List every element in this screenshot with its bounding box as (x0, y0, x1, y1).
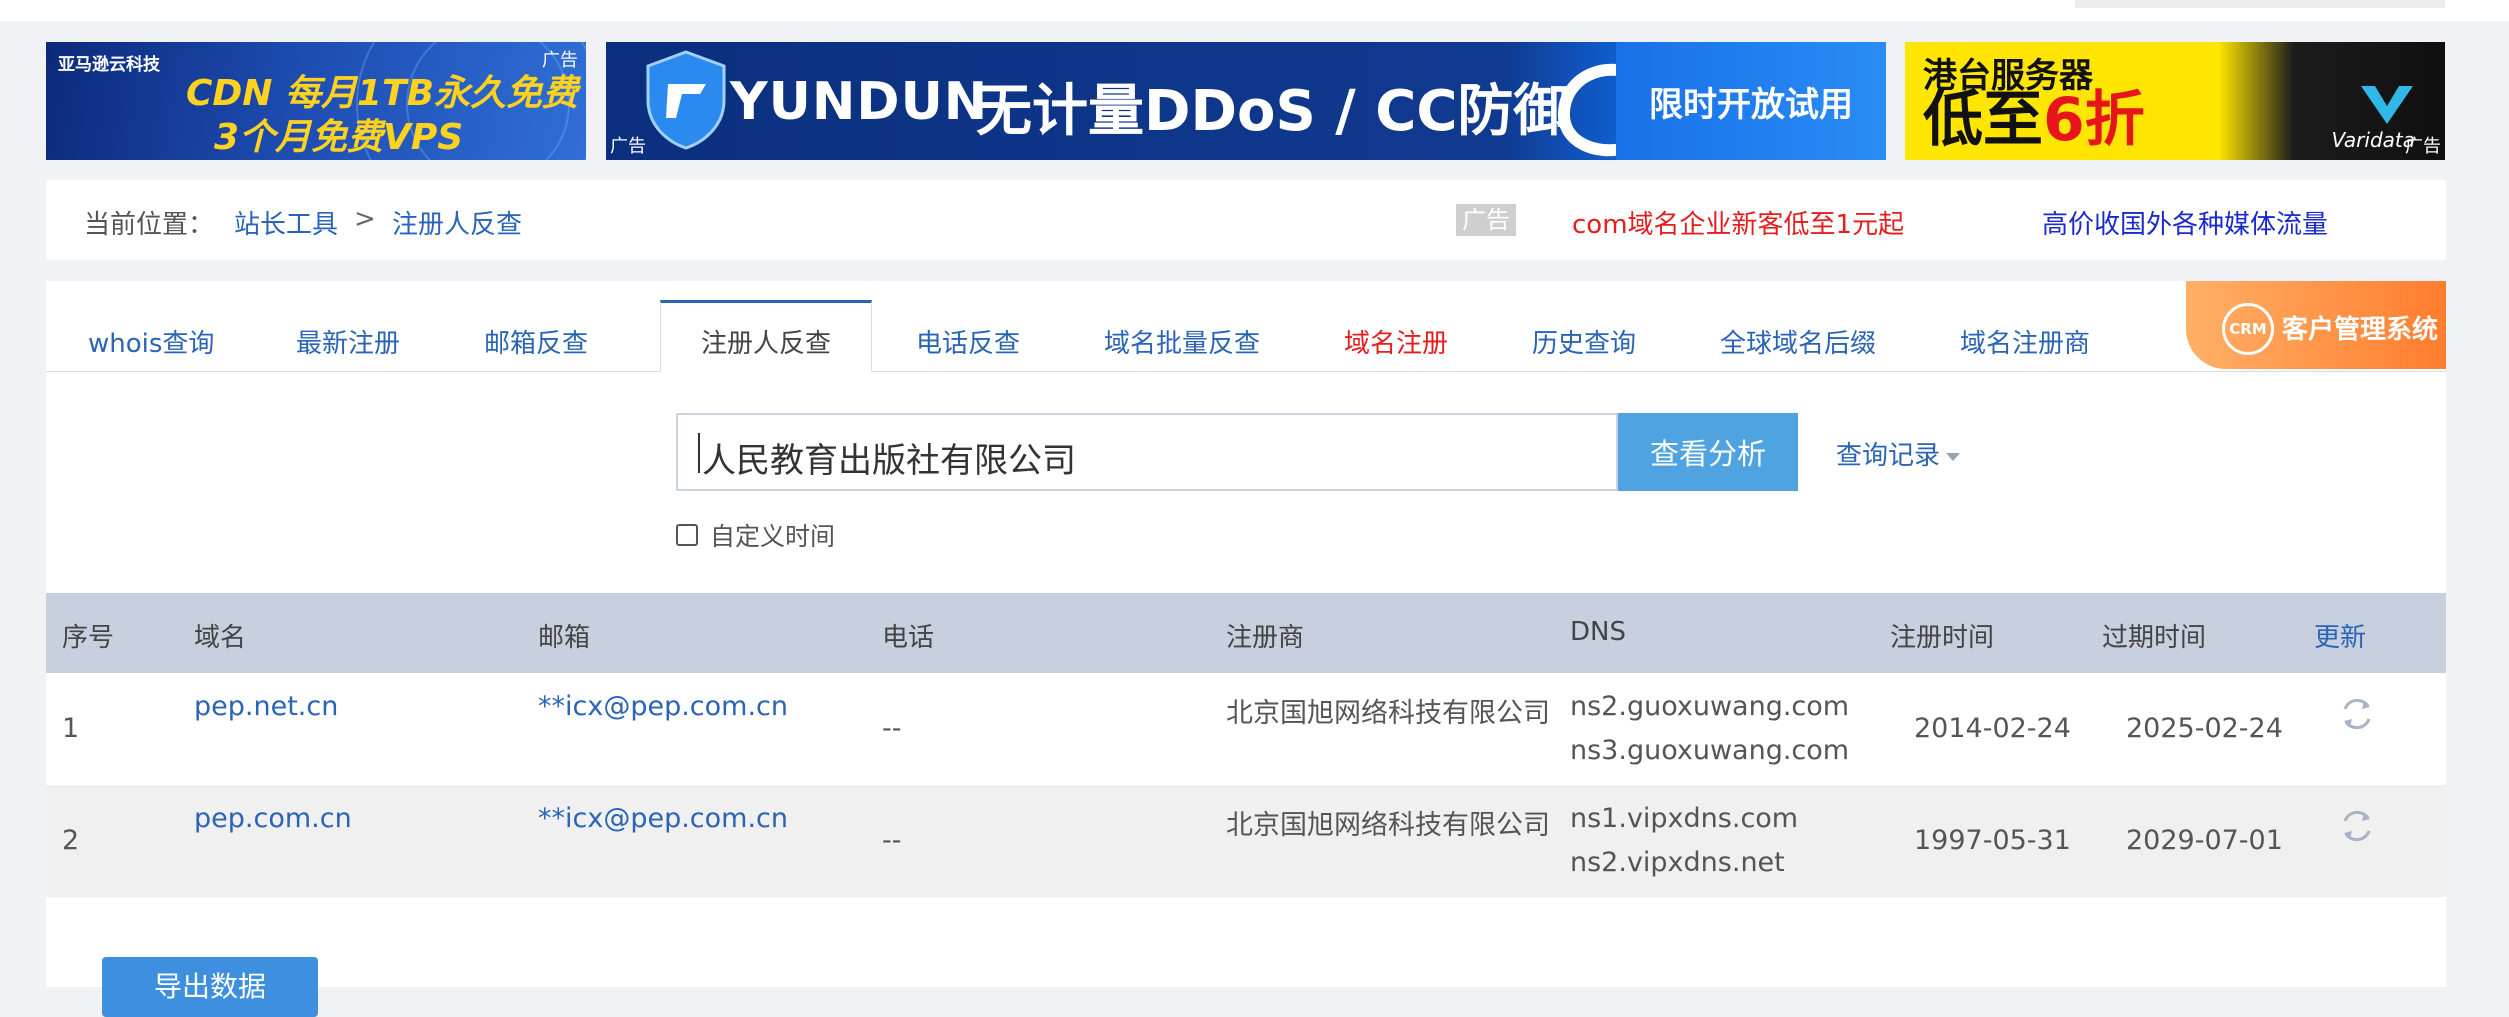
ad-subline: 3个月免费VPS (214, 117, 464, 158)
export-data-button[interactable]: 导出数据 (102, 957, 318, 1017)
row-reg-date: 1997-05-31 (1914, 825, 2071, 856)
row-email-link[interactable]: **icx@pep.com.cn (538, 803, 788, 834)
header-no: 序号 (62, 623, 115, 653)
search-input-value: 人民教育出版社有限公司 (702, 441, 1076, 481)
tab-registrars[interactable]: 域名注册商 (1960, 323, 2090, 360)
query-history-label: 查询记录 (1836, 441, 1941, 471)
tab-domain-registration[interactable]: 域名注册 (1344, 323, 1448, 360)
ad-brand: 亚马逊云科技 (58, 55, 160, 75)
breadcrumb-bar: 当前位置： 站长工具 > 注册人反查 广告 com域名企业新客低至1元起 高价收… (46, 180, 2446, 260)
custom-time-label: 自定义时间 (710, 522, 836, 551)
table-row: 2 pep.com.cn **icx@pep.com.cn -- 北京国旭网络科… (46, 785, 2446, 897)
row-phone: -- (882, 713, 902, 744)
header-exp-date: 过期时间 (2102, 623, 2207, 653)
header-update-link[interactable]: 更新 (2314, 617, 2366, 654)
tab-bar: whois查询 最新注册 邮箱反查 注册人反查 电话反查 域名批量反查 域名注册… (46, 281, 2446, 372)
main-card: whois查询 最新注册 邮箱反查 注册人反查 电话反查 域名批量反查 域名注册… (46, 281, 2446, 1017)
custom-time-checkbox[interactable] (676, 524, 698, 546)
row-registrar: 北京国旭网络科技有限公司 (1226, 698, 1550, 729)
row-no: 1 (62, 713, 80, 744)
ad-subline-prefix: 低至 (1923, 85, 2043, 155)
row-domain-link[interactable]: pep.com.cn (194, 803, 352, 834)
row-domain-link[interactable]: pep.net.cn (194, 691, 338, 722)
row-registrar: 北京国旭网络科技有限公司 (1226, 810, 1550, 841)
tab-global-tld[interactable]: 全球域名后缀 (1720, 323, 1876, 360)
tab-history[interactable]: 历史查询 (1532, 323, 1636, 360)
row-no: 2 (62, 825, 80, 856)
row-dns-2: ns3.guoxuwang.com (1570, 735, 1850, 766)
row-exp-date: 2029-07-01 (2126, 825, 2283, 856)
row-dns-2: ns2.vipxdns.net (1570, 847, 1785, 878)
header-dns: DNS (1570, 617, 1626, 647)
ad-banner-hk-server[interactable]: 港台服务器 低至6折 Varidata 广告 (1905, 42, 2445, 160)
breadcrumb-label: 当前位置： (84, 210, 215, 240)
row-exp-date: 2025-02-24 (2126, 713, 2283, 744)
row-dns-1: ns1.vipxdns.com (1570, 803, 1799, 834)
custom-time-option[interactable]: 自定义时间 (676, 517, 835, 553)
refresh-icon[interactable] (2338, 695, 2376, 733)
ad-tag: 广告 (2405, 136, 2441, 157)
breadcrumb-separator: > (354, 204, 376, 234)
crm-ad-button[interactable]: CRM 客户管理系统 (2186, 281, 2446, 369)
query-history-dropdown[interactable]: 查询记录 (1836, 435, 1961, 472)
ad-tag: 广告 (1456, 204, 1516, 236)
tab-bulk-domain-reverse[interactable]: 域名批量反查 (1104, 323, 1260, 360)
tab-latest-registration[interactable]: 最新注册 (296, 323, 400, 360)
row-phone: -- (882, 825, 902, 856)
row-reg-date: 2014-02-24 (1914, 713, 2071, 744)
breadcrumb-item-current[interactable]: 注册人反查 (392, 204, 522, 241)
breadcrumb-item-tools[interactable]: 站长工具 (234, 204, 338, 241)
header-email: 邮箱 (538, 623, 591, 653)
ad-banner-cdn[interactable]: 亚马逊云科技 广告 CDN 每月1TB永久免费 3个月免费VPS (46, 42, 586, 160)
refresh-icon[interactable] (2338, 807, 2376, 845)
shield-icon (646, 50, 726, 150)
search-input[interactable]: 人民教育出版社有限公司 (676, 413, 1618, 491)
tab-registrant-reverse[interactable]: 注册人反查 (660, 300, 873, 372)
ad-cta: 限时开放试用 (1616, 42, 1886, 160)
table-row: 1 pep.net.cn **icx@pep.com.cn -- 北京国旭网络科… (46, 673, 2446, 785)
header-phone: 电话 (882, 623, 935, 653)
promo-link-com-domain[interactable]: com域名企业新客低至1元起 (1572, 204, 1904, 241)
row-email-link[interactable]: **icx@pep.com.cn (538, 691, 788, 722)
row-dns-1: ns2.guoxuwang.com (1570, 691, 1850, 722)
crm-label: 客户管理系统 (2282, 315, 2439, 345)
ad-tag: 广告 (610, 136, 646, 157)
header-registrar: 注册商 (1226, 623, 1305, 653)
tab-whois[interactable]: whois查询 (88, 323, 214, 360)
header-reg-date: 注册时间 (1890, 623, 1995, 653)
top-strip-corner (2075, 0, 2445, 8)
crm-badge: CRM (2222, 303, 2274, 355)
ad-subline: 低至6折 (1923, 88, 2145, 152)
varidata-logo-icon (2361, 86, 2413, 124)
table-header: 序号 域名 邮箱 电话 注册商 DNS 注册时间 过期时间 更新 (46, 593, 2446, 673)
header-domain: 域名 (194, 623, 247, 653)
tab-email-reverse[interactable]: 邮箱反查 (484, 323, 588, 360)
ad-logo: YUNDUN (730, 72, 989, 132)
analyze-button[interactable]: 查看分析 (1618, 413, 1798, 491)
chevron-down-icon (1946, 452, 1961, 461)
ad-headline: 无计量DDoS / CC防御 (976, 79, 1570, 144)
ad-brand: Varidata (2331, 128, 2416, 152)
top-strip (0, 0, 2509, 21)
text-cursor (698, 433, 700, 473)
promo-link-media-traffic[interactable]: 高价收国外各种媒体流量 (2042, 204, 2328, 241)
ad-subline-highlight: 6折 (2043, 85, 2145, 155)
tab-phone-reverse[interactable]: 电话反查 (916, 323, 1020, 360)
ad-banner-yundun[interactable]: YUNDUN 无计量DDoS / CC防御 限时开放试用 广告 (606, 42, 1886, 160)
